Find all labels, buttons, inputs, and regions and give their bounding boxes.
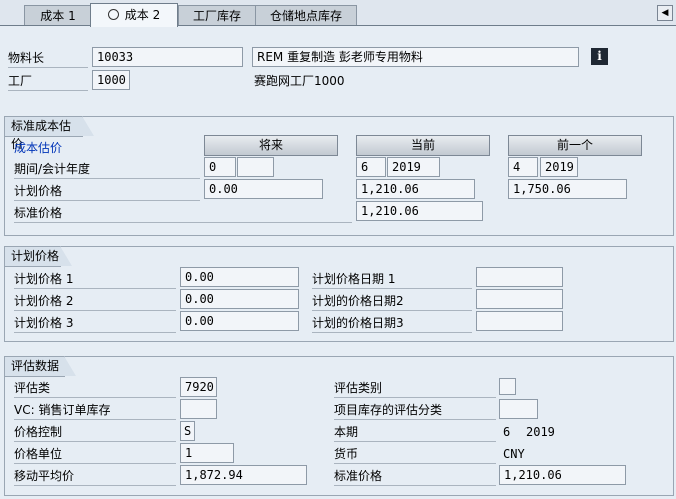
label-underline — [14, 441, 176, 442]
label-underline — [334, 397, 496, 398]
previous-button[interactable]: 前一个 — [508, 135, 642, 156]
plan-price-label: 计划价格 — [14, 184, 63, 198]
std-price-field[interactable]: 1,210.06 — [356, 201, 483, 221]
price-control-label: 价格控制 — [14, 425, 63, 439]
info-icon[interactable]: i — [591, 48, 608, 65]
material-description-field[interactable]: REM 重复制造 彭老师专用物料 — [252, 47, 579, 67]
material-field[interactable]: 10033 — [92, 47, 243, 67]
valuation-group-title: 评估数据 — [5, 356, 76, 377]
currency-value: CNY — [503, 447, 525, 461]
label-underline — [14, 310, 176, 311]
planned-date-2-field[interactable] — [476, 289, 563, 309]
label-underline — [14, 200, 200, 201]
std-price-label: 标准价格 — [14, 206, 63, 220]
current-price-field[interactable]: 1,210.06 — [356, 179, 475, 199]
planned-price-2-field[interactable]: 0.00 — [180, 289, 299, 309]
future-button[interactable]: 将来 — [204, 135, 338, 156]
future-year-field[interactable] — [237, 157, 274, 177]
label-underline — [14, 419, 176, 420]
tab-label: 仓储地点库存 — [269, 9, 342, 23]
valuation-std-price-label: 标准价格 — [334, 469, 383, 483]
label-underline — [14, 288, 176, 289]
label-underline — [14, 463, 176, 464]
planned-date-1-label: 计划价格日期 1 — [312, 272, 396, 286]
price-unit-label: 价格单位 — [14, 447, 63, 461]
price-control-field[interactable]: S — [180, 421, 195, 441]
std-cost-group-title: 标准成本估价 — [5, 116, 94, 151]
current-button[interactable]: 当前 — [356, 135, 490, 156]
plant-field[interactable]: 1000 — [92, 70, 130, 90]
previous-year-field[interactable]: 2019 — [540, 157, 578, 177]
label-underline — [334, 463, 496, 464]
label-underline — [14, 222, 352, 223]
label-underline — [14, 178, 200, 179]
planned-date-3-field[interactable] — [476, 311, 563, 331]
planned-price-1-field[interactable]: 0.00 — [180, 267, 299, 287]
vc-sales-order-stock-label: VC: 销售订单库存 — [14, 403, 111, 417]
cost-estimate-label: 成本估价 — [14, 141, 63, 155]
label-underline — [14, 397, 176, 398]
tab-status-icon — [107, 9, 119, 20]
tab-cost-2[interactable]: 成本 2 — [90, 3, 178, 27]
planned-price-1-label: 计划价格 1 — [14, 272, 74, 286]
previous-price-field[interactable]: 1,750.06 — [508, 179, 627, 199]
currency-label: 货币 — [334, 447, 359, 461]
label-underline — [8, 67, 88, 68]
tab-scroll-left-button[interactable]: ◀ — [657, 5, 673, 21]
label-underline — [334, 441, 496, 442]
planned-price-3-field[interactable]: 0.00 — [180, 311, 299, 331]
tab-plant-stock[interactable]: 工厂库存 — [178, 5, 256, 27]
future-price-field[interactable]: 0.00 — [204, 179, 323, 199]
planned-date-3-label: 计划的价格日期3 — [312, 316, 404, 330]
price-unit-field[interactable]: 1 — [180, 443, 234, 463]
tab-label: 成本 2 — [124, 8, 161, 22]
vc-sales-order-stock-field[interactable] — [180, 399, 217, 419]
planned-date-2-label: 计划的价格日期2 — [312, 294, 404, 308]
current-period-label: 本期 — [334, 425, 359, 439]
valuation-class-label: 评估类 — [14, 381, 51, 395]
label-underline — [14, 485, 176, 486]
material-label: 物料长 — [8, 51, 45, 65]
valuation-std-price-field[interactable]: 1,210.06 — [499, 465, 626, 485]
previous-period-field[interactable]: 4 — [508, 157, 538, 177]
period-year-label: 期间/会计年度 — [14, 162, 91, 176]
tab-storage-location-stock[interactable]: 仓储地点库存 — [255, 5, 357, 27]
valuation-category-label: 评估类别 — [334, 381, 383, 395]
planned-date-1-field[interactable] — [476, 267, 563, 287]
tab-label: 工厂库存 — [192, 9, 241, 23]
current-period-field[interactable]: 6 — [356, 157, 386, 177]
label-underline — [312, 332, 472, 333]
project-stock-valuation-field[interactable] — [499, 399, 538, 419]
label-underline — [312, 310, 472, 311]
current-year-field[interactable]: 2019 — [387, 157, 440, 177]
planned-price-3-label: 计划价格 3 — [14, 316, 74, 330]
label-underline — [334, 419, 496, 420]
moving-average-price-field[interactable]: 1,872.94 — [180, 465, 307, 485]
label-underline — [312, 288, 472, 289]
plant-description: 赛跑网工厂1000 — [254, 74, 345, 88]
project-stock-valuation-label: 项目库存的评估分类 — [334, 403, 443, 417]
current-year-value: 2019 — [526, 425, 555, 439]
label-underline — [8, 90, 88, 91]
valuation-class-field[interactable]: 7920 — [180, 377, 217, 397]
label-underline — [334, 485, 496, 486]
valuation-category-field[interactable] — [499, 378, 516, 395]
label-underline — [14, 332, 176, 333]
tab-cost-1[interactable]: 成本 1 — [24, 5, 92, 27]
current-period-value: 6 — [503, 425, 511, 439]
tab-label: 成本 1 — [40, 9, 76, 23]
plant-label: 工厂 — [8, 74, 33, 88]
planned-price-2-label: 计划价格 2 — [14, 294, 74, 308]
future-period-field[interactable]: 0 — [204, 157, 236, 177]
planned-price-group-title: 计划价格 — [5, 246, 72, 267]
moving-average-price-label: 移动平均价 — [14, 469, 75, 483]
